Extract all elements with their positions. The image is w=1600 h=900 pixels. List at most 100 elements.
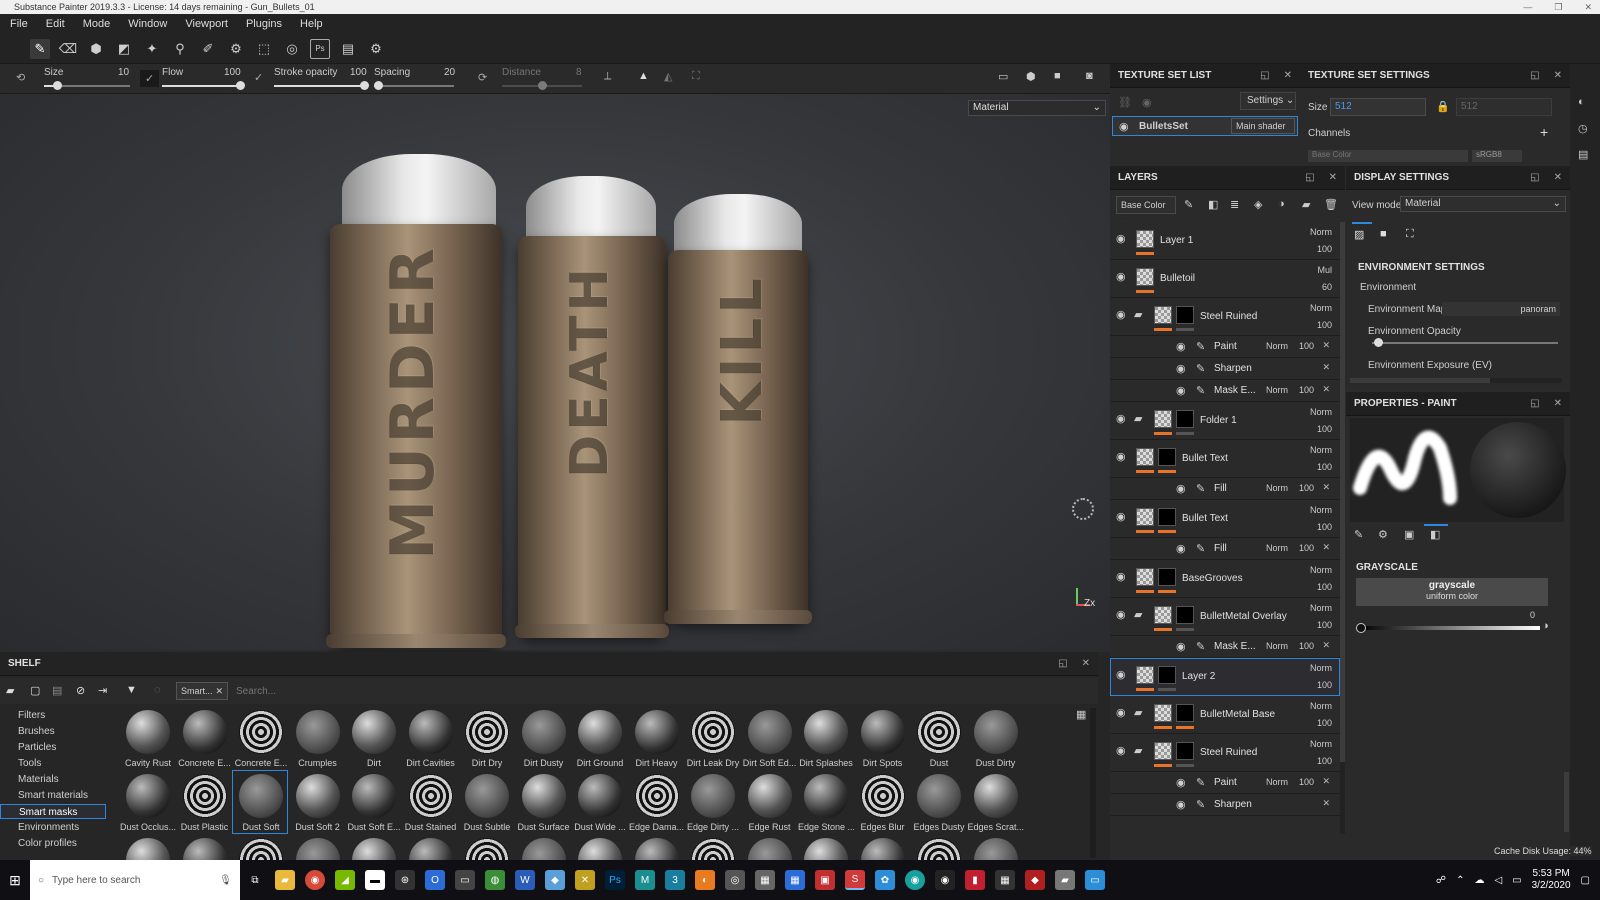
undock-icon[interactable]: ◱ <box>1530 392 1539 416</box>
opacity-field[interactable]: 100 <box>1299 777 1314 787</box>
shelf-item-label[interactable]: Dust <box>911 758 967 768</box>
eye-icon[interactable]: ◉ <box>1119 120 1129 133</box>
delete-layer-icon[interactable]: 🗑 <box>1324 198 1338 211</box>
blend-mode-dropdown[interactable]: Norm <box>1266 543 1288 553</box>
layer-row[interactable]: ◉ ▰ BulletMetal Overlay Norm 100 <box>1110 598 1340 636</box>
shelf-item-label[interactable]: Edges Scrat... <box>968 822 1024 832</box>
shelf-item-thumbnail[interactable] <box>578 710 622 754</box>
shelf-item-label[interactable]: Concrete E... <box>233 758 289 768</box>
shelf-item-thumbnail[interactable] <box>860 774 905 818</box>
shelf-item-label[interactable]: Edge Rust <box>742 822 798 832</box>
add-smart-material-icon[interactable]: ◑ <box>1278 198 1285 210</box>
cloud-icon[interactable]: ☁ <box>1474 875 1484 886</box>
eye-icon[interactable]: ◉ <box>1176 340 1186 353</box>
tab-camera-icon[interactable]: ■ <box>1380 228 1387 240</box>
opacity-field[interactable]: 100 <box>1317 680 1332 690</box>
remove-effect-icon[interactable]: ✕ <box>1322 798 1330 809</box>
eraser-icon[interactable]: ⌫ <box>58 39 78 59</box>
viewport-2d-icon[interactable]: ▭ <box>998 70 1008 83</box>
close-icon[interactable]: ✕ <box>1329 166 1337 190</box>
outlook-icon[interactable]: O <box>425 870 445 890</box>
app-red-icon[interactable]: ▣ <box>815 870 835 890</box>
export-icon[interactable]: ⬚ <box>254 39 274 59</box>
layer-row[interactable]: ◉ ▰ Folder 1 Norm 100 <box>1110 402 1340 440</box>
channel-dropdown[interactable]: Base Color ⌄ <box>1116 196 1176 226</box>
app-gray-icon[interactable]: ◎ <box>725 870 745 890</box>
close-icon[interactable]: ✕ <box>1554 166 1562 190</box>
shelf-item-thumbnail[interactable] <box>917 838 961 860</box>
menu-mode[interactable]: Mode <box>83 18 111 30</box>
menu-file[interactable]: File <box>10 18 28 30</box>
shelf-item-thumbnail[interactable] <box>239 710 283 754</box>
shelf-item-label[interactable]: Edge Dama... <box>629 822 685 832</box>
shelf-item-label[interactable]: Dust Surface <box>516 822 572 832</box>
projection-icon[interactable]: ⬢ <box>86 39 106 59</box>
eye-icon[interactable]: ◉ <box>1176 640 1186 653</box>
layer-row[interactable]: ◉ Bullet Text Norm 100 <box>1110 500 1340 538</box>
eye-icon[interactable]: ◉ <box>1176 542 1186 555</box>
eye-off-icon[interactable]: ◉ <box>1142 96 1152 109</box>
shelf-item-label[interactable]: Dirt Dry <box>459 758 515 768</box>
import-icon[interactable]: ⇥ <box>98 684 107 697</box>
hide-icon[interactable]: ⊘ <box>76 684 85 697</box>
substance-painter-taskbar-icon[interactable]: S <box>845 870 865 890</box>
tiling-icon[interactable]: ⛶ <box>692 70 700 83</box>
blend-mode-dropdown[interactable]: Norm <box>1266 483 1288 493</box>
eye-icon[interactable]: ◉ <box>1176 798 1186 811</box>
display-settings-icon[interactable]: ◐ <box>1578 96 1585 108</box>
shelf-item-thumbnail[interactable] <box>578 838 622 860</box>
shelf-item-thumbnail[interactable] <box>521 710 566 754</box>
shelf-category-smart-materials[interactable]: Smart materials <box>0 788 106 803</box>
shelf-item-label[interactable]: Dust Dirty <box>968 758 1024 768</box>
shelf-item-thumbnail[interactable] <box>126 838 170 860</box>
opacity-field[interactable]: 100 <box>1317 522 1332 532</box>
layer-effect-row[interactable]: ◉ ✎ Paint Norm 100 ✕ <box>1110 772 1340 794</box>
eye-icon[interactable]: ◉ <box>1176 384 1186 397</box>
shelf-item-thumbnail[interactable] <box>578 774 622 818</box>
document-icon[interactable]: ▤ <box>338 39 358 59</box>
layer-row[interactable]: ◉ Layer 2 Norm 100 <box>1110 658 1340 696</box>
lazy-mouse-icon[interactable]: ⟳ <box>478 71 487 84</box>
folder-icon[interactable]: ▰ <box>1134 412 1142 425</box>
windows-start-icon[interactable]: ⊞ <box>0 872 30 889</box>
shelf-category-color-profiles[interactable]: Color profiles <box>0 836 106 851</box>
undock-icon[interactable]: ◱ <box>1305 166 1314 190</box>
channel-format-dropdown[interactable]: sRGB8 <box>1472 150 1522 162</box>
material-tab-icon[interactable]: ◧ <box>1430 528 1440 541</box>
shelf-item-thumbnail[interactable] <box>126 774 170 818</box>
app-yellow-icon[interactable]: ✕ <box>575 870 595 890</box>
add-effect-icon[interactable]: ✎ <box>1184 198 1193 211</box>
shelf-item-thumbnail[interactable] <box>239 838 283 860</box>
layer-row[interactable]: ◉ Layer 1 Norm 100 <box>1110 222 1340 260</box>
minimize-icon[interactable]: — <box>1523 0 1532 14</box>
opacity-field[interactable]: 60 <box>1322 282 1332 292</box>
grayscale-uniform-color[interactable]: grayscale uniform color <box>1356 578 1548 606</box>
layer-row[interactable]: ◉ Bulletoil Mul 60 <box>1110 260 1340 298</box>
shelf-item-label[interactable]: Dust Soft E... <box>346 822 402 832</box>
folder-icon[interactable]: ▰ <box>1134 744 1142 757</box>
close-icon[interactable]: ✕ <box>1584 0 1592 14</box>
opacity-field[interactable]: 100 <box>1317 582 1332 592</box>
size-slider-knob[interactable] <box>52 81 62 90</box>
task-view-icon[interactable]: ⧉ <box>245 870 265 890</box>
flow-slider-knob[interactable] <box>236 81 245 90</box>
app-grid-icon[interactable]: ▦ <box>995 870 1015 890</box>
shelf-item-label[interactable]: Crumples <box>290 758 346 768</box>
layer-name[interactable]: BulletMetal Overlay <box>1200 611 1287 622</box>
shelf-item-thumbnail[interactable] <box>691 838 735 860</box>
layer-name[interactable]: BulletMetal Base <box>1200 709 1275 720</box>
shelf-item-thumbnail[interactable] <box>747 774 792 818</box>
eye-icon[interactable]: ◉ <box>1176 776 1186 789</box>
size-pressure-icon[interactable]: ✓ <box>140 70 160 87</box>
stroke-opacity-slider-knob[interactable] <box>360 81 369 90</box>
eye-icon[interactable]: ◉ <box>1116 706 1126 719</box>
network-icon[interactable]: ▭ <box>1512 875 1521 886</box>
view-mode-dropdown[interactable]: Material ⌄ <box>1400 196 1566 212</box>
layer-name[interactable]: Folder 1 <box>1200 415 1237 426</box>
shelf-item-label[interactable]: Dirt Soft Ed... <box>742 758 798 768</box>
undock-icon[interactable]: ◱ <box>1530 64 1539 88</box>
app-folder-icon[interactable]: ▰ <box>1055 870 1075 890</box>
opacity-field[interactable]: 100 <box>1317 424 1332 434</box>
shelf-item-label[interactable]: Edge Dirty ... <box>685 822 741 832</box>
mirror-icon[interactable]: ▲ <box>638 70 649 82</box>
